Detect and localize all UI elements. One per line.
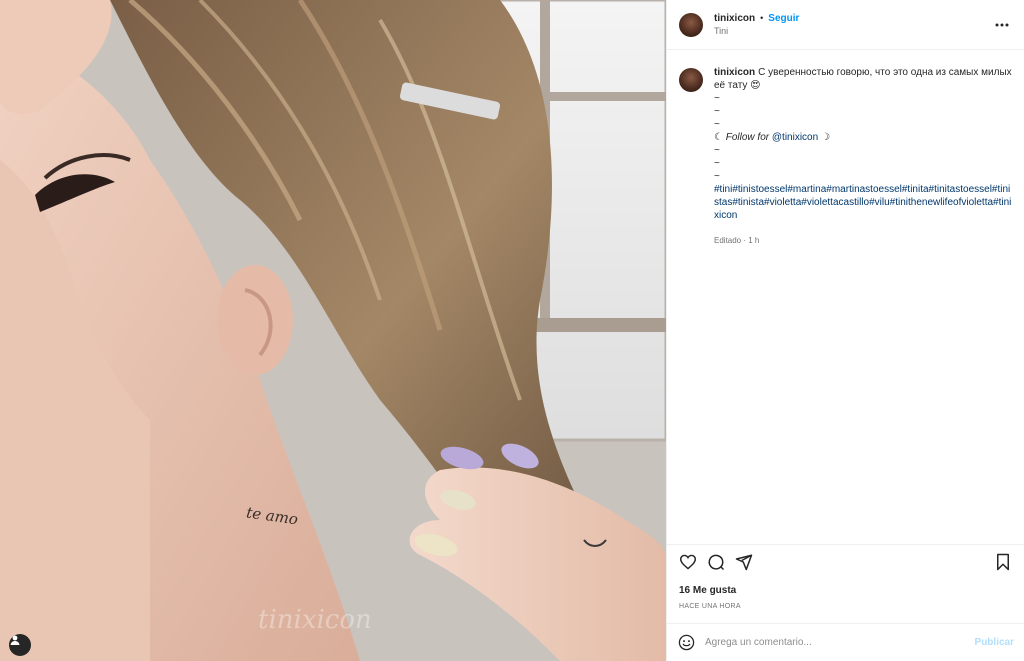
caption-username[interactable]: tinixicon [714,67,755,78]
author-info: tinixicon • Seguir Tini [714,12,799,38]
comments-area: tinixicon С уверенностью говорю, что это … [667,50,1024,544]
follow-button[interactable]: Seguir [768,12,799,25]
emoji-icon[interactable] [677,634,695,652]
tilde-line: ~ [714,119,720,130]
user-tag-icon[interactable] [9,634,31,656]
add-comment-bar: Publicar [667,623,1024,661]
caption-text: С уверенностью говорю, что это одна из с… [714,67,1012,91]
author-avatar[interactable] [679,12,703,37]
author-username[interactable]: tinixicon [714,12,755,25]
mention-link[interactable]: @tinixicon [772,132,818,143]
publish-button[interactable]: Publicar [975,637,1014,648]
caption: tinixicon С уверенностью говорю, что это … [679,66,1012,247]
author-subtitle[interactable]: Tini [714,25,799,38]
comment-input[interactable] [705,637,975,648]
likes-count[interactable]: 16 Me gusta [667,579,1024,601]
tilde-line: ~ [714,171,720,182]
caption-body: tinixicon С уверенностью говорю, что это … [714,66,1012,247]
tilde-line: ~ [714,145,720,156]
post-header: tinixicon • Seguir Tini [667,0,1024,50]
follow-for-text: Follow for [725,132,770,143]
watermark-text: tinixicon [258,605,372,635]
caption-avatar[interactable] [679,68,703,92]
share-icon[interactable] [733,551,755,573]
hashtags-link[interactable]: #tini#tinistoessel#martina#martinastoess… [714,183,1012,222]
action-bar [667,544,1024,579]
heart-icon[interactable] [677,551,699,573]
post-side-panel: tinixicon • Seguir Tini tinixicon С увер… [666,0,1024,661]
photo-illustration: te amo tinixicon [0,0,666,661]
post-time: HACE UNA HORA [679,603,741,610]
post-photo[interactable]: te amo tinixicon [0,0,666,661]
edited-timestamp: Editado · 1 h [714,236,760,245]
tilde-line: ~ [714,158,720,169]
more-horizontal-icon[interactable] [992,18,1012,32]
bookmark-icon[interactable] [992,551,1014,573]
comment-icon[interactable] [705,551,727,573]
separator-dot: • [760,12,764,23]
tilde-line: ~ [714,93,720,104]
follow-line: ☾ Follow for @tinixicon ☽ [714,132,830,143]
tilde-line: ~ [714,106,720,117]
instagram-post: te amo tinixicon tinixicon • Seguir Tini [0,0,1024,661]
